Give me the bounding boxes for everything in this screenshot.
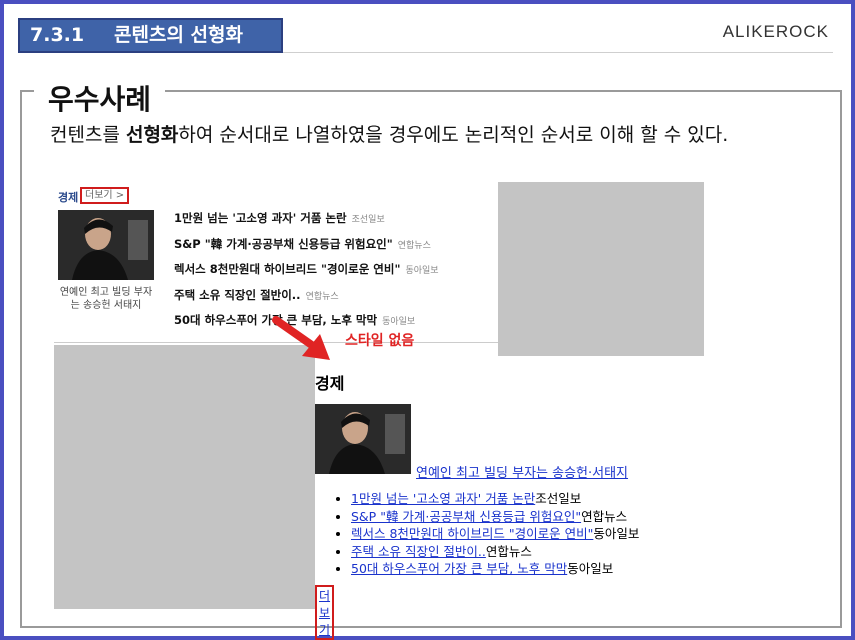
more-link[interactable]: 더보기 > (80, 187, 130, 204)
plain-list-item: 렉서스 8천만원대 하이브리드 "경이로운 연비"동아일보 (351, 525, 639, 543)
headline-item[interactable]: 1만원 넘는 '고소영 과자' 거품 논란 조선일보 (174, 207, 439, 233)
thumbnail-caption[interactable]: 연예인 최고 빌딩 부자는 송승헌 서태지 (58, 286, 154, 312)
source-label: 동아일보 (593, 526, 640, 541)
example-description: 컨텐츠를 선형화하여 순서대로 나열하였을 경우에도 논리적인 순서로 이해 할… (50, 122, 830, 148)
headline-link[interactable]: 1만원 넘는 '고소영 과자' 거품 논란 (351, 491, 535, 506)
example-heading: 우수사례 (34, 78, 166, 118)
news-thumbnail[interactable] (58, 210, 154, 280)
section-title: 콘텐츠의 선형화 (114, 24, 243, 46)
plain-category-heading: 경제 (315, 374, 345, 393)
headline-link[interactable]: S&P "韓 가계·공공부채 신용등급 위험요인" (351, 509, 581, 524)
plain-list-item: S&P "韓 가계·공공부채 신용등급 위험요인"연합뉴스 (351, 508, 639, 526)
brand-logo-text: ALIKEROCK (722, 22, 829, 41)
red-arrow-icon (272, 316, 330, 360)
headline-item[interactable]: 렉서스 8천만원대 하이브리드 "경이로운 연비" 동아일보 (174, 258, 439, 284)
desc-bold: 선형화 (125, 124, 179, 146)
plain-list-item: 50대 하우스푸어 가장 큰 부담, 노후 막막동아일보 (351, 560, 639, 578)
section-number: 7.3.1 (30, 24, 85, 46)
plain-list-item: 주택 소유 직장인 절반이..연합뉴스 (351, 543, 639, 561)
widget-category: 경제 (58, 191, 79, 204)
headline-item[interactable]: S&P "韓 가계·공공부채 신용등급 위험요인" 연합뉴스 (174, 233, 439, 259)
slide: 7.3.1 콘텐츠의 선형화 ALIKEROCK 우수사례 컨텐츠를 선형화하여 … (0, 0, 855, 640)
section-tab: 7.3.1 콘텐츠의 선형화 (18, 18, 283, 53)
no-style-label: 스타일 없음 (345, 333, 415, 349)
headline-item[interactable]: 주택 소유 직장인 절반이.. 연합뉴스 (174, 284, 439, 310)
source-label: 조선일보 (535, 491, 582, 506)
headline-link[interactable]: 50대 하우스푸어 가장 큰 부담, 노후 막막 (351, 561, 567, 576)
plain-thumbnail[interactable] (315, 404, 411, 474)
headline-link[interactable]: 주택 소유 직장인 절반이.. (351, 544, 486, 559)
plain-caption-link[interactable]: 연예인 최고 빌딩 부자는 송승헌·서태지 (416, 462, 628, 481)
plain-more-link[interactable]: 더보기 (315, 585, 335, 640)
header-divider (283, 52, 833, 53)
desc-text-1: 컨텐츠를 (50, 124, 126, 146)
source-label: 동아일보 (567, 561, 614, 576)
headline-link[interactable]: 렉서스 8천만원대 하이브리드 "경이로운 연비" (351, 526, 593, 541)
gray-block-bottom (54, 345, 315, 609)
plain-headline-list: 1만원 넘는 '고소영 과자' 거품 논란조선일보 S&P "韓 가계·공공부채… (351, 490, 639, 578)
source-label: 연합뉴스 (581, 508, 628, 524)
desc-text-2: 하여 순서대로 나열하였을 경우에도 논리적인 순서로 이해 할 수 있다. (178, 124, 729, 146)
source-label: 연합뉴스 (485, 543, 532, 559)
gray-block-top (498, 182, 704, 356)
plain-list-item: 1만원 넘는 '고소영 과자' 거품 논란조선일보 (351, 490, 639, 508)
